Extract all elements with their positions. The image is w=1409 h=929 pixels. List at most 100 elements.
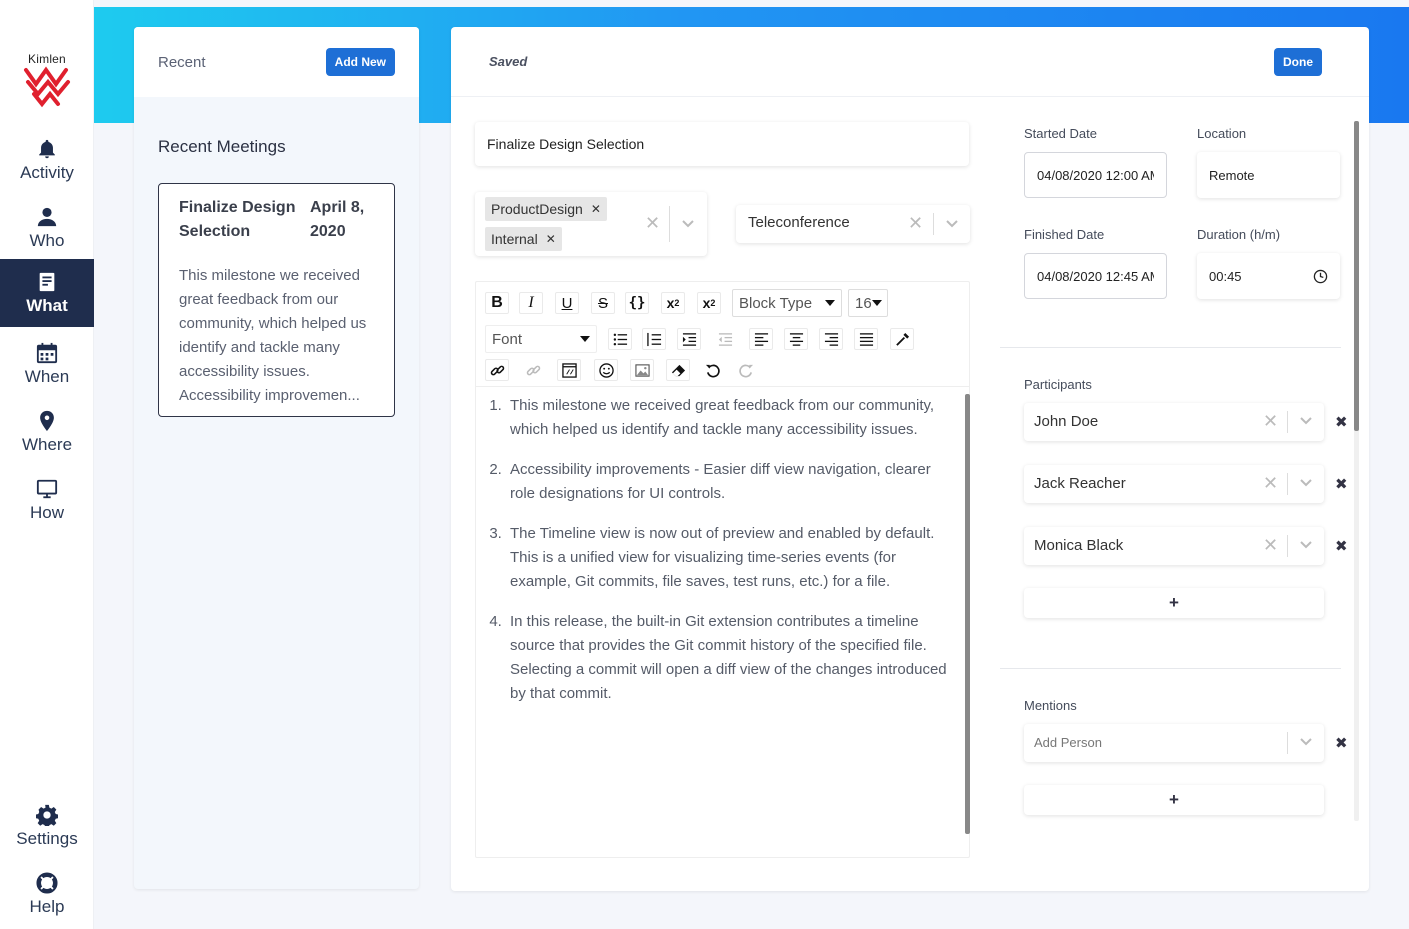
tag-chip: Internal ✕ [485, 227, 562, 251]
clear-tags-icon[interactable]: ✕ [645, 213, 660, 234]
participant-name: Monica Black [1034, 537, 1124, 554]
numbered-list-button[interactable] [642, 328, 666, 350]
logo: Kimlen [18, 52, 76, 113]
clear-format-button[interactable] [666, 359, 690, 381]
code-button[interactable]: {} [625, 292, 649, 314]
chevron-down-icon[interactable] [1299, 416, 1313, 426]
started-date-value: 04/08/2020 12:00 AM [1037, 167, 1154, 183]
chevron-down-icon[interactable] [945, 219, 959, 229]
remove-mention-icon[interactable]: ✖ [1335, 734, 1348, 752]
editor-header: Saved Done [451, 27, 1369, 97]
meeting-type-select[interactable]: Teleconference ✕ [736, 205, 970, 243]
location-input[interactable]: Remote [1197, 152, 1340, 198]
nav-who[interactable]: Who [0, 194, 94, 262]
notes-content[interactable]: This milestone we received great feedbac… [476, 394, 962, 856]
location-label: Location [1197, 126, 1247, 141]
meeting-card[interactable]: Finalize Design Selection April 8, 2020 … [158, 183, 395, 417]
remove-participant-icon[interactable]: ✖ [1335, 537, 1348, 555]
clear-participant-icon[interactable]: ✕ [1263, 473, 1278, 494]
link-icon [490, 365, 504, 375]
remove-tag-icon[interactable]: ✕ [591, 202, 601, 216]
clock-icon[interactable] [1313, 269, 1328, 284]
nav-where[interactable]: Where [0, 398, 94, 466]
color-picker-button[interactable] [890, 328, 914, 350]
nav-when[interactable]: When [0, 330, 94, 398]
details-scrollbar[interactable] [1354, 121, 1359, 431]
gear-icon [36, 804, 58, 826]
location-value: Remote [1209, 167, 1255, 183]
duration-input[interactable]: 00:45 [1197, 253, 1340, 299]
clear-participant-icon[interactable]: ✕ [1263, 411, 1278, 432]
nav-what[interactable]: What [0, 259, 94, 327]
participant-select[interactable]: Jack Reacher ✕ [1024, 465, 1324, 503]
recent-panel-header: Recent Add New [134, 27, 419, 97]
unlink-button[interactable] [521, 359, 545, 381]
emoji-button[interactable] [594, 359, 618, 381]
add-new-button[interactable]: Add New [325, 48, 395, 76]
nav-help[interactable]: Help [0, 860, 94, 928]
superscript-button[interactable]: x2 [661, 292, 685, 314]
clear-type-icon[interactable]: ✕ [908, 213, 923, 234]
select-separator [1287, 473, 1288, 495]
meeting-type-value: Teleconference [748, 214, 850, 231]
chevron-down-icon[interactable] [1299, 540, 1313, 550]
participant-name: John Doe [1034, 413, 1099, 430]
caret-down-icon [580, 336, 590, 342]
remove-tag-icon[interactable]: ✕ [546, 232, 556, 246]
bullet-list-button[interactable] [608, 328, 632, 350]
redo-button[interactable] [734, 359, 758, 381]
nav-when-label: When [24, 366, 70, 386]
add-mention-button[interactable]: + [1024, 785, 1324, 815]
editor-scrollbar[interactable] [965, 394, 970, 834]
eraser-icon [671, 364, 685, 376]
mention-select[interactable]: Add Person [1024, 724, 1324, 762]
italic-button[interactable]: I [519, 292, 543, 314]
select-separator [669, 206, 670, 242]
strikethrough-button[interactable]: S [591, 292, 615, 314]
nav-who-label: Who [29, 230, 65, 250]
bell-icon [39, 139, 55, 158]
embed-button[interactable] [557, 359, 581, 381]
align-center-button[interactable] [784, 328, 808, 350]
select-separator [1287, 411, 1288, 433]
add-participant-button[interactable]: + [1024, 588, 1324, 618]
align-right-button[interactable] [819, 328, 843, 350]
justify-button[interactable] [854, 328, 878, 350]
meeting-title-input[interactable]: Finalize Design Selection [475, 122, 969, 166]
nav-how[interactable]: How [0, 466, 94, 534]
tag-chip: ProductDesign ✕ [485, 197, 607, 221]
remove-participant-icon[interactable]: ✖ [1335, 413, 1348, 431]
align-left-button[interactable] [749, 328, 773, 350]
outdent-button[interactable] [713, 328, 737, 350]
nav-how-label: How [29, 502, 64, 522]
underline-button[interactable]: U [555, 292, 579, 314]
remove-participant-icon[interactable]: ✖ [1335, 475, 1348, 493]
chevron-down-icon[interactable] [1299, 478, 1313, 488]
indent-button[interactable] [677, 328, 701, 350]
recent-panel: Recent Add New Recent Meetings Finalize … [134, 27, 419, 889]
numbered-list-icon [646, 332, 661, 346]
link-button[interactable] [485, 359, 509, 381]
nav-settings[interactable]: Settings [0, 792, 94, 860]
chevron-down-icon[interactable] [681, 219, 695, 229]
participant-select[interactable]: Monica Black ✕ [1024, 527, 1324, 565]
font-family-dropdown[interactable]: Font [485, 325, 597, 353]
bold-button[interactable]: B [485, 292, 509, 314]
image-button[interactable] [630, 359, 654, 381]
undo-icon [705, 364, 720, 377]
participant-select[interactable]: John Doe ✕ [1024, 403, 1324, 441]
meeting-card-date: April 8, 2020 [310, 199, 365, 240]
chevron-down-icon[interactable] [1299, 737, 1313, 747]
block-type-dropdown[interactable]: Block Type [732, 289, 842, 317]
undo-button[interactable] [700, 359, 724, 381]
started-date-input[interactable]: 04/08/2020 12:00 AM [1024, 152, 1167, 198]
font-size-dropdown[interactable]: 16 [848, 289, 888, 317]
embed-frame-icon [561, 362, 577, 378]
done-button[interactable]: Done [1274, 47, 1322, 76]
subscript-button[interactable]: x2 [697, 292, 721, 314]
clear-participant-icon[interactable]: ✕ [1263, 535, 1278, 556]
tags-select[interactable]: ProductDesign ✕ Internal ✕ ✕ [475, 192, 707, 256]
eyedropper-icon [895, 332, 909, 346]
nav-activity[interactable]: Activity [0, 126, 94, 194]
finished-date-input[interactable]: 04/08/2020 12:45 AM [1024, 253, 1167, 299]
